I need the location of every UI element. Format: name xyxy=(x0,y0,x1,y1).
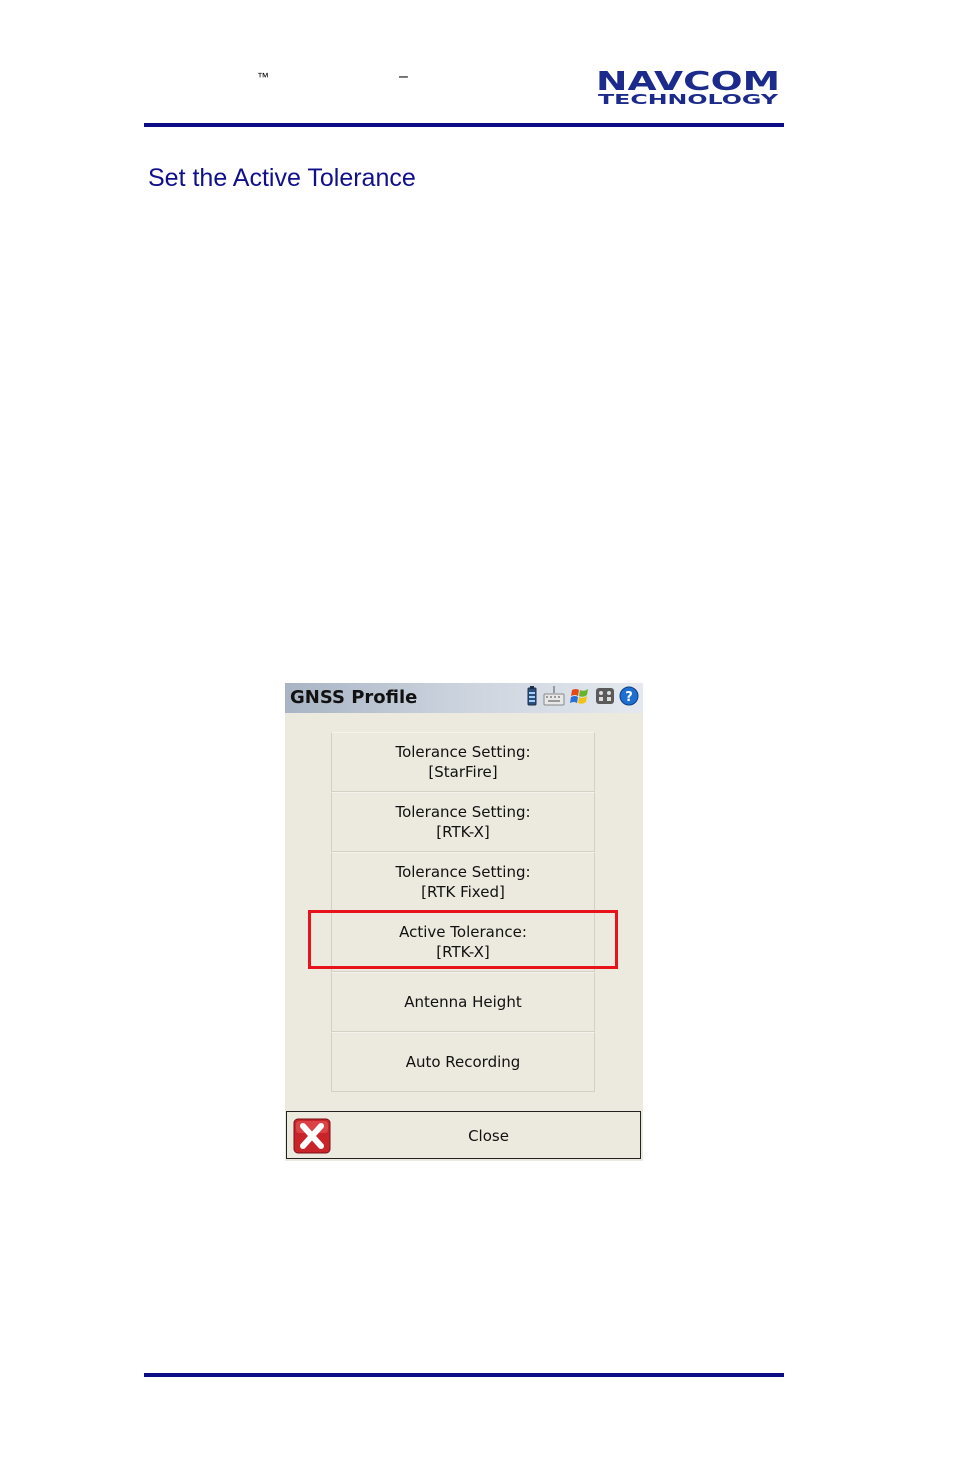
antenna-height-button[interactable]: Antenna Height xyxy=(331,972,595,1032)
battery-icon[interactable] xyxy=(525,686,539,710)
button-label: Antenna Height xyxy=(404,993,522,1011)
auto-recording-button[interactable]: Auto Recording xyxy=(331,1032,595,1092)
button-label: Tolerance Setting: xyxy=(395,803,531,821)
button-label: Auto Recording xyxy=(405,1053,521,1071)
grid-icon[interactable] xyxy=(595,686,615,710)
navcom-logo: NAVCOM TECHNOLOGY xyxy=(596,68,780,106)
gnss-profile-screen: GNSS Profile ? Tolerance Setting: [StarF… xyxy=(285,683,643,1161)
trademark-symbol: ™ xyxy=(257,70,269,84)
help-icon[interactable]: ? xyxy=(619,686,639,710)
system-tray: ? xyxy=(525,686,639,710)
svg-text:?: ? xyxy=(625,690,633,705)
active-tolerance-button[interactable]: Active Tolerance: [RTK-X] xyxy=(331,912,595,972)
button-label: Active Tolerance: xyxy=(399,923,527,941)
app-title: GNSS Profile xyxy=(290,687,418,708)
keyboard-icon[interactable] xyxy=(543,686,565,710)
header-dash: – xyxy=(399,68,408,85)
button-value: [RTK-X] xyxy=(436,823,490,841)
close-button[interactable]: Close xyxy=(286,1111,641,1159)
logo-line2: TECHNOLOGY xyxy=(598,93,779,106)
close-label: Close xyxy=(468,1127,509,1145)
button-label: Tolerance Setting: xyxy=(395,863,531,881)
windows-flag-icon[interactable] xyxy=(569,686,591,710)
profile-menu: Tolerance Setting: [StarFire] Tolerance … xyxy=(331,732,595,1092)
button-value: [StarFire] xyxy=(428,763,498,781)
section-heading: Set the Active Tolerance xyxy=(148,164,416,192)
button-value: [RTK-X] xyxy=(436,943,490,961)
button-value: [RTK Fixed] xyxy=(421,883,505,901)
tolerance-starfire-button[interactable]: Tolerance Setting: [StarFire] xyxy=(331,732,595,792)
tolerance-rtk-x-button[interactable]: Tolerance Setting: [RTK-X] xyxy=(331,792,595,852)
footer-rule xyxy=(144,1373,784,1377)
header-rule xyxy=(144,123,784,127)
button-label: Tolerance Setting: xyxy=(395,743,531,761)
title-bar: GNSS Profile ? xyxy=(285,683,643,713)
tolerance-rtk-fixed-button[interactable]: Tolerance Setting: [RTK Fixed] xyxy=(331,852,595,912)
